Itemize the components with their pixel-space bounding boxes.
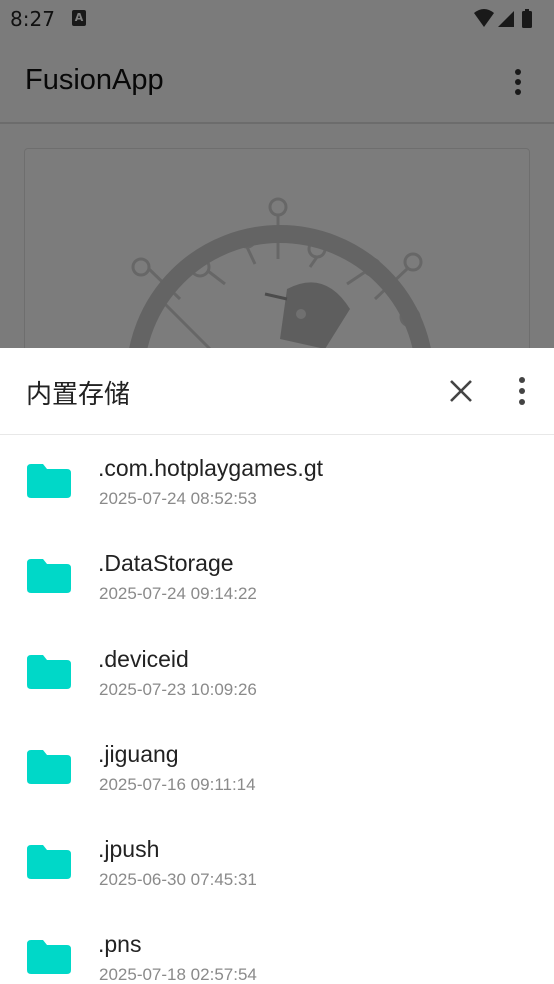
file-item[interactable]: .deviceid 2025-07-23 10:09:26 [0, 626, 554, 721]
folder-icon [27, 559, 71, 594]
more-vert-icon[interactable] [510, 376, 534, 406]
file-name: .deviceid [98, 645, 189, 672]
file-item[interactable]: .DataStorage 2025-07-24 09:14:22 [0, 530, 554, 625]
file-date: 2025-06-30 07:45:31 [99, 870, 257, 890]
file-item[interactable]: .com.hotplaygames.gt 2025-07-24 08:52:53 [0, 435, 554, 530]
folder-icon [27, 654, 71, 689]
file-date: 2025-07-16 09:11:14 [99, 774, 256, 794]
file-date: 2025-07-24 08:52:53 [99, 489, 257, 508]
sheet-header: 内置存储 [0, 348, 554, 435]
file-item[interactable]: .pns 2025-07-18 02:57:54 [0, 911, 554, 984]
sheet-title: 内置存储 [26, 380, 131, 410]
file-date: 2025-07-24 09:14:22 [99, 584, 257, 604]
folder-icon [27, 940, 71, 975]
file-item[interactable]: .jpush 2025-06-30 07:45:31 [0, 816, 554, 911]
file-date: 2025-07-18 02:57:54 [99, 965, 257, 984]
file-name: .pns [98, 931, 142, 958]
file-name: .DataStorage [98, 550, 234, 577]
file-picker-sheet: 内置存储 .com.hotplaygames.gt 2025-07-24 08:… [0, 348, 554, 984]
file-name: .com.hotplaygames.gt [98, 455, 324, 481]
close-icon[interactable] [446, 376, 476, 406]
file-list: .com.hotplaygames.gt 2025-07-24 08:52:53… [0, 435, 554, 984]
file-date: 2025-07-23 10:09:26 [99, 679, 257, 699]
folder-icon [27, 749, 71, 784]
file-name: .jiguang [98, 740, 179, 767]
file-item[interactable]: .jiguang 2025-07-16 09:11:14 [0, 721, 554, 816]
folder-icon [27, 464, 71, 498]
folder-icon [27, 845, 71, 880]
file-name: .jpush [98, 836, 160, 863]
